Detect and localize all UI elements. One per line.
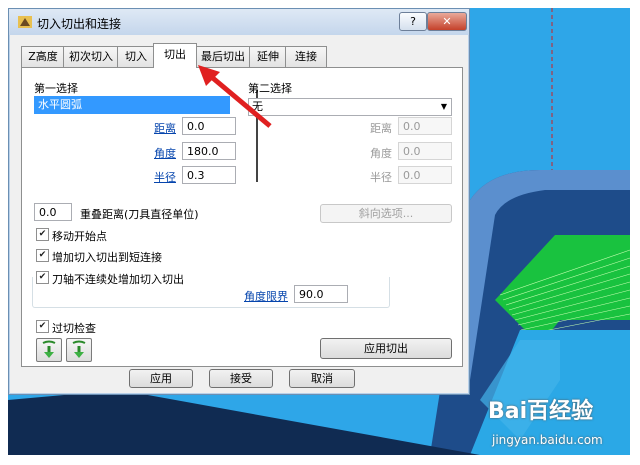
red-arrow-annotation (198, 65, 272, 128)
window-title: 切入切出和连接 (37, 17, 122, 31)
help-button[interactable]: ? (399, 12, 427, 31)
title-bar[interactable]: 切入切出和连接 ? ✕ (9, 9, 469, 35)
second-angle-label: 角度 (370, 147, 392, 160)
first-choice-value: 水平圆弧 (38, 98, 82, 111)
baidu-watermark-logo: Bai百经验 (488, 399, 594, 424)
baidu-watermark-url: jingyan.baidu.com (492, 433, 603, 447)
ramp-options-button[interactable]: 斜向选项... (320, 204, 452, 223)
move-start-checkbox[interactable]: ✔ (36, 228, 49, 241)
tab-lead-in[interactable]: 切入 (117, 46, 155, 67)
gouge-check-checkbox[interactable]: ✔ (36, 320, 49, 333)
cancel-button[interactable]: 取消 (289, 369, 355, 388)
add-short-link-label: 增加切入切出到短连接 (52, 251, 162, 264)
tab-lead-out[interactable]: 切出 (153, 43, 197, 68)
close-button[interactable]: ✕ (427, 12, 467, 31)
dropdown-arrow-icon: ▼ (440, 102, 447, 111)
second-radius-input[interactable]: 0.0 (398, 166, 452, 184)
overlap-distance-label: 重叠距离(刀具直径单位) (80, 208, 199, 221)
second-distance-input[interactable]: 0.0 (398, 117, 452, 135)
second-radius-label: 半径 (370, 171, 392, 184)
accept-button[interactable]: 接受 (209, 369, 273, 388)
swap-down-icon (42, 340, 56, 358)
first-choice-heading: 第一选择 (34, 82, 78, 95)
add-short-link-checkbox[interactable]: ✔ (36, 249, 49, 262)
angle-limit-label[interactable]: 角度限界 (244, 288, 288, 304)
apply-button[interactable]: 应用 (129, 369, 193, 388)
app-icon (18, 16, 32, 28)
overlap-distance-input[interactable]: 0.0 (34, 203, 72, 221)
second-distance-label: 距离 (370, 122, 392, 135)
second-angle-input[interactable]: 0.0 (398, 142, 452, 160)
first-angle-input[interactable]: 180.0 (182, 142, 236, 160)
first-radius-input[interactable]: 0.3 (182, 166, 236, 184)
first-angle-label[interactable]: 角度 (154, 145, 176, 161)
gouge-check-label: 过切检查 (52, 322, 96, 335)
apply-lead-out-button[interactable]: 应用切出 (320, 338, 452, 359)
first-radius-label[interactable]: 半径 (154, 169, 176, 185)
swap-up-icon (72, 340, 86, 358)
tab-first-lead-in[interactable]: 初次切入 (63, 46, 119, 67)
tab-z-height[interactable]: Z高度 (21, 46, 65, 67)
copy-from-lead-in-button[interactable] (36, 338, 62, 362)
tab-links[interactable]: 连接 (285, 46, 327, 67)
copy-to-lead-in-button[interactable] (66, 338, 92, 362)
angle-limit-input[interactable]: 90.0 (294, 285, 348, 303)
move-start-label: 移动开始点 (52, 230, 107, 243)
first-distance-label[interactable]: 距离 (154, 120, 176, 136)
